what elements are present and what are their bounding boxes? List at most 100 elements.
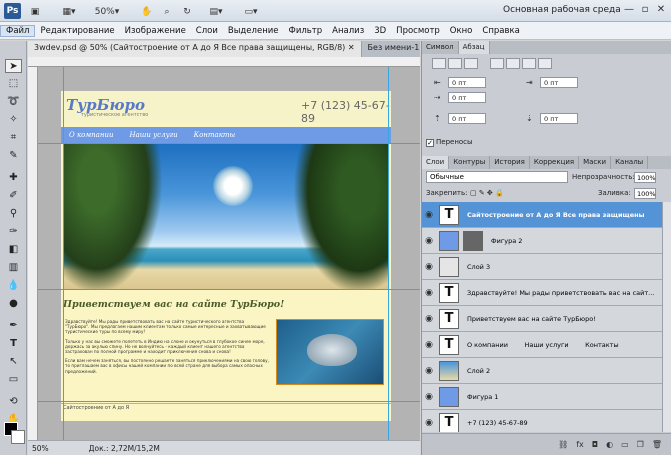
adjustment-icon[interactable]: ◐: [606, 440, 613, 449]
pen-tool-icon[interactable]: ✒: [5, 319, 22, 333]
layer-row[interactable]: ◉ T Приветствуем вас на сайте ТурБюро!: [422, 306, 662, 332]
layer-row[interactable]: ◉ Фигура 2: [422, 228, 662, 254]
crop-tool-icon[interactable]: ⌗: [5, 131, 22, 145]
space-before-field[interactable]: 0 пт: [448, 113, 486, 124]
hand-tool-icon[interactable]: ✋: [140, 5, 154, 18]
layers-scrollbar[interactable]: [662, 202, 671, 432]
visibility-eye-icon[interactable]: ◉: [422, 410, 436, 433]
guide-line[interactable]: [63, 67, 64, 440]
fill-field[interactable]: 100%: [634, 188, 656, 199]
view-extras-icon[interactable]: ▦▾: [58, 5, 80, 18]
minimize-button[interactable]: —: [622, 3, 636, 17]
menu-filter[interactable]: Фильтр: [284, 26, 328, 36]
link-icon[interactable]: ⛓: [558, 440, 568, 449]
justify-left-button[interactable]: [490, 58, 504, 69]
close-button[interactable]: ✕: [654, 3, 668, 17]
justify-right-button[interactable]: [522, 58, 536, 69]
screen-mode-icon[interactable]: ▭▾: [240, 5, 262, 18]
tab-masks[interactable]: Маски: [579, 156, 612, 169]
tab-paragraph[interactable]: Абзац: [458, 41, 490, 54]
align-left-button[interactable]: [432, 58, 446, 69]
menu-3d[interactable]: 3D: [369, 26, 391, 36]
zoom-level-dropdown[interactable]: 50% ▾: [92, 5, 122, 18]
guide-line[interactable]: [388, 67, 389, 440]
rotate-view-icon[interactable]: ↻: [180, 5, 194, 18]
blend-mode-dropdown[interactable]: Обычные: [426, 171, 568, 183]
clone-stamp-icon[interactable]: ⚲: [5, 207, 22, 221]
justify-center-button[interactable]: [506, 58, 520, 69]
lasso-tool-icon[interactable]: ➰: [5, 95, 22, 109]
layer-row[interactable]: ◉ Слой 2: [422, 358, 662, 384]
indent-right-field[interactable]: 0 пт: [540, 77, 578, 88]
arrange-documents-icon[interactable]: ▤▾: [205, 5, 227, 18]
align-right-button[interactable]: [464, 58, 478, 69]
hyphenation-checkbox[interactable]: ✓: [426, 139, 434, 147]
maximize-button[interactable]: ▫: [638, 3, 652, 17]
align-center-button[interactable]: [448, 58, 462, 69]
move-tool-icon[interactable]: ➤: [5, 59, 22, 73]
shape-tool-icon[interactable]: ▭: [5, 373, 22, 387]
path-selection-icon[interactable]: ↖: [5, 355, 22, 369]
tab-channels[interactable]: Каналы: [611, 156, 649, 169]
bridge-icon[interactable]: ▣: [28, 5, 42, 18]
type-tool-icon[interactable]: T: [5, 337, 22, 351]
tab-character[interactable]: Символ: [422, 41, 459, 54]
eraser-tool-icon[interactable]: ◧: [5, 243, 22, 257]
guide-line[interactable]: [38, 401, 420, 402]
menu-select[interactable]: Выделение: [223, 26, 284, 36]
first-line-indent-field[interactable]: 0 пт: [448, 92, 486, 103]
document-canvas[interactable]: ТурБюро туристическое агентство +7 (123)…: [61, 91, 391, 421]
canvas-area[interactable]: ТурБюро туристическое агентство +7 (123)…: [38, 67, 420, 440]
trash-icon[interactable]: 🗑: [652, 440, 662, 449]
brush-tool-icon[interactable]: ✐: [5, 189, 22, 203]
menu-image[interactable]: Изображение: [120, 26, 191, 36]
tab-layers[interactable]: Слои: [422, 156, 450, 169]
menu-analysis[interactable]: Анализ: [327, 26, 369, 36]
tab-3wdev[interactable]: 3wdev.psd @ 50% (Сайтостроение от А до Я…: [28, 41, 362, 57]
visibility-eye-icon[interactable]: ◉: [422, 332, 436, 358]
new-layer-icon[interactable]: ❐: [637, 440, 644, 449]
visibility-eye-icon[interactable]: ◉: [422, 254, 436, 280]
space-after-field[interactable]: 0 пт: [540, 113, 578, 124]
tab-history[interactable]: История: [490, 156, 530, 169]
blur-tool-icon[interactable]: 💧: [5, 279, 22, 293]
menu-edit[interactable]: Редактирование: [35, 26, 119, 36]
eyedropper-tool-icon[interactable]: ✎: [5, 149, 22, 163]
layer-row[interactable]: ◉ T О компании Наши услуги Контакты: [422, 332, 662, 358]
menu-window[interactable]: Окно: [445, 26, 478, 36]
magic-wand-icon[interactable]: ✧: [5, 113, 22, 127]
healing-brush-icon[interactable]: ✚: [5, 171, 22, 185]
background-color-swatch[interactable]: [11, 430, 25, 444]
lock-icons[interactable]: ▢ ✎ ✥ 🔒: [470, 189, 504, 197]
folder-icon[interactable]: ▭: [621, 440, 629, 449]
tab-adjustments[interactable]: Коррекция: [530, 156, 580, 169]
menu-view[interactable]: Просмотр: [391, 26, 445, 36]
guide-line[interactable]: [38, 289, 420, 290]
indent-left-field[interactable]: 0 пт: [448, 77, 486, 88]
menu-layers[interactable]: Слои: [191, 26, 223, 36]
workspace-switcher[interactable]: Основная рабочая среда: [503, 5, 621, 15]
status-zoom[interactable]: 50%: [32, 444, 49, 453]
3d-rotate-icon[interactable]: ⟲: [5, 395, 22, 409]
gradient-tool-icon[interactable]: ▥: [5, 261, 22, 275]
visibility-eye-icon[interactable]: ◉: [422, 384, 436, 410]
guide-line[interactable]: [38, 143, 420, 144]
menu-file[interactable]: Файл: [0, 24, 36, 37]
zoom-tool-icon[interactable]: ⌕: [160, 5, 174, 18]
justify-all-button[interactable]: [538, 58, 552, 69]
marquee-tool-icon[interactable]: ⬚: [5, 77, 22, 91]
visibility-eye-icon[interactable]: ◉: [422, 358, 436, 384]
history-brush-icon[interactable]: ✑: [5, 225, 22, 239]
visibility-eye-icon[interactable]: ◉: [422, 202, 436, 228]
dodge-tool-icon[interactable]: ●: [5, 297, 22, 311]
visibility-eye-icon[interactable]: ◉: [422, 280, 436, 306]
menu-help[interactable]: Справка: [477, 26, 524, 36]
opacity-field[interactable]: 100%: [634, 172, 656, 183]
layer-row[interactable]: ◉ T +7 (123) 45-67-89: [422, 410, 662, 432]
layer-row[interactable]: ◉ T Сайтостроение от А до Я Все права за…: [422, 202, 662, 228]
fx-icon[interactable]: fx: [576, 440, 584, 449]
tab-paths[interactable]: Контуры: [449, 156, 491, 169]
layer-row[interactable]: ◉ T Здравствуйте! Мы рады приветствовать…: [422, 280, 662, 306]
layer-row[interactable]: ◉ Фигура 1: [422, 384, 662, 410]
visibility-eye-icon[interactable]: ◉: [422, 228, 436, 254]
